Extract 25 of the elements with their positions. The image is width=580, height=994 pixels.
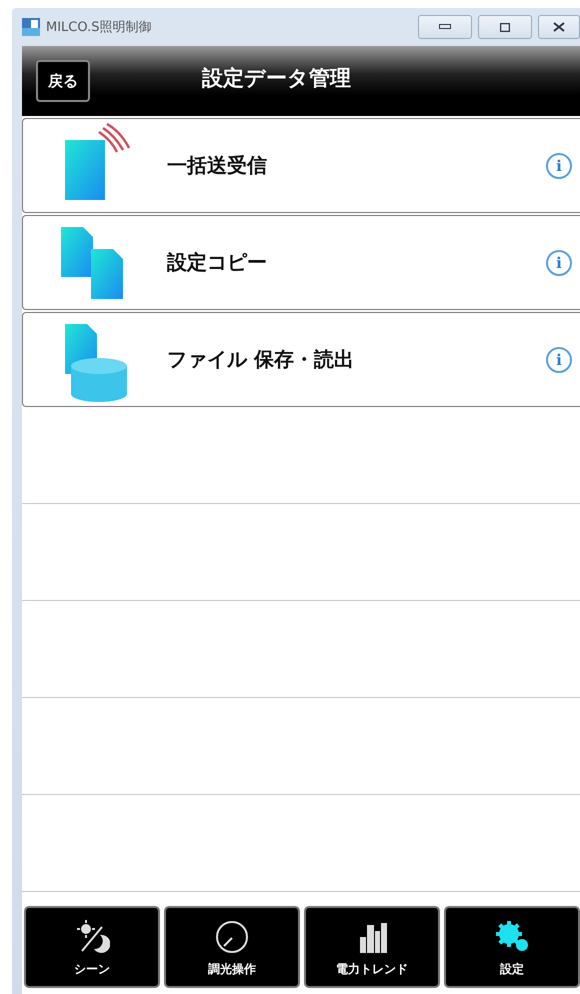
menu-item[interactable]: ファイル 保存・読出 i: [22, 312, 580, 407]
nav-tab[interactable]: シーン: [24, 906, 160, 988]
info-button[interactable]: i: [546, 250, 572, 276]
back-button[interactable]: 戻る: [36, 60, 90, 102]
app-logo-icon: [22, 18, 40, 36]
menu-item-label: 一括送受信: [167, 152, 268, 179]
menu-item[interactable]: 設定コピー i: [22, 215, 580, 310]
menu-item[interactable]: 一括送受信 i: [22, 118, 580, 213]
close-button[interactable]: [538, 15, 580, 39]
menu-item-label: 設定コピー: [167, 249, 268, 276]
minimize-button[interactable]: [418, 15, 472, 39]
nav-tab[interactable]: 調光操作: [164, 906, 300, 988]
menu-item-label: ファイル 保存・読出: [167, 346, 355, 373]
maximize-button[interactable]: [478, 15, 532, 39]
nav-tab[interactable]: 電力トレンド: [304, 906, 440, 988]
maximize-icon: [500, 22, 510, 32]
sun-moon-icon: [74, 919, 110, 955]
screen-title: 設定データ管理: [202, 65, 351, 92]
info-button[interactable]: i: [546, 346, 572, 372]
window-title: MILCO.S照明制御: [46, 19, 152, 36]
info-button[interactable]: i: [546, 152, 572, 178]
minimize-icon: [439, 24, 451, 30]
nav-tab[interactable]: 設定: [444, 906, 580, 988]
close-icon: [553, 22, 565, 32]
dial-icon: [214, 919, 250, 955]
